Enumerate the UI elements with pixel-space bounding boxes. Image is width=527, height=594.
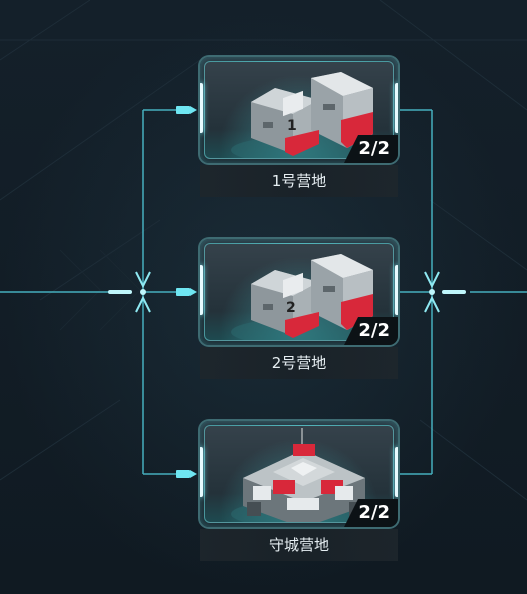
camp-card-frame: 2 2/2	[200, 239, 398, 345]
svg-text:1: 1	[287, 118, 297, 134]
svg-text:2: 2	[286, 300, 296, 316]
camp-card-frame: 1 2/2	[200, 57, 398, 163]
camp-name-label: 1号营地	[200, 165, 398, 197]
camp-name-label: 守城营地	[200, 529, 398, 561]
frame-accent-left	[200, 447, 203, 497]
camp-card-frame: 2/2	[200, 421, 398, 527]
camp-card-1[interactable]: 1 2/2 1号营地	[200, 57, 398, 197]
frame-accent-left	[200, 83, 203, 133]
frame-accent-right	[395, 265, 398, 315]
frame-accent-right	[395, 447, 398, 497]
camp-card-2[interactable]: 2 2/2 2号营地	[200, 239, 398, 379]
frame-accent-left	[200, 265, 203, 315]
frame-accent-right	[395, 83, 398, 133]
camp-selection-screen: 1 2/2 1号营地 2 2/2 2号营地 2/2 守城营地	[0, 0, 527, 594]
camp-name-label: 2号营地	[200, 347, 398, 379]
camp-card-3[interactable]: 2/2 守城营地	[200, 421, 398, 561]
